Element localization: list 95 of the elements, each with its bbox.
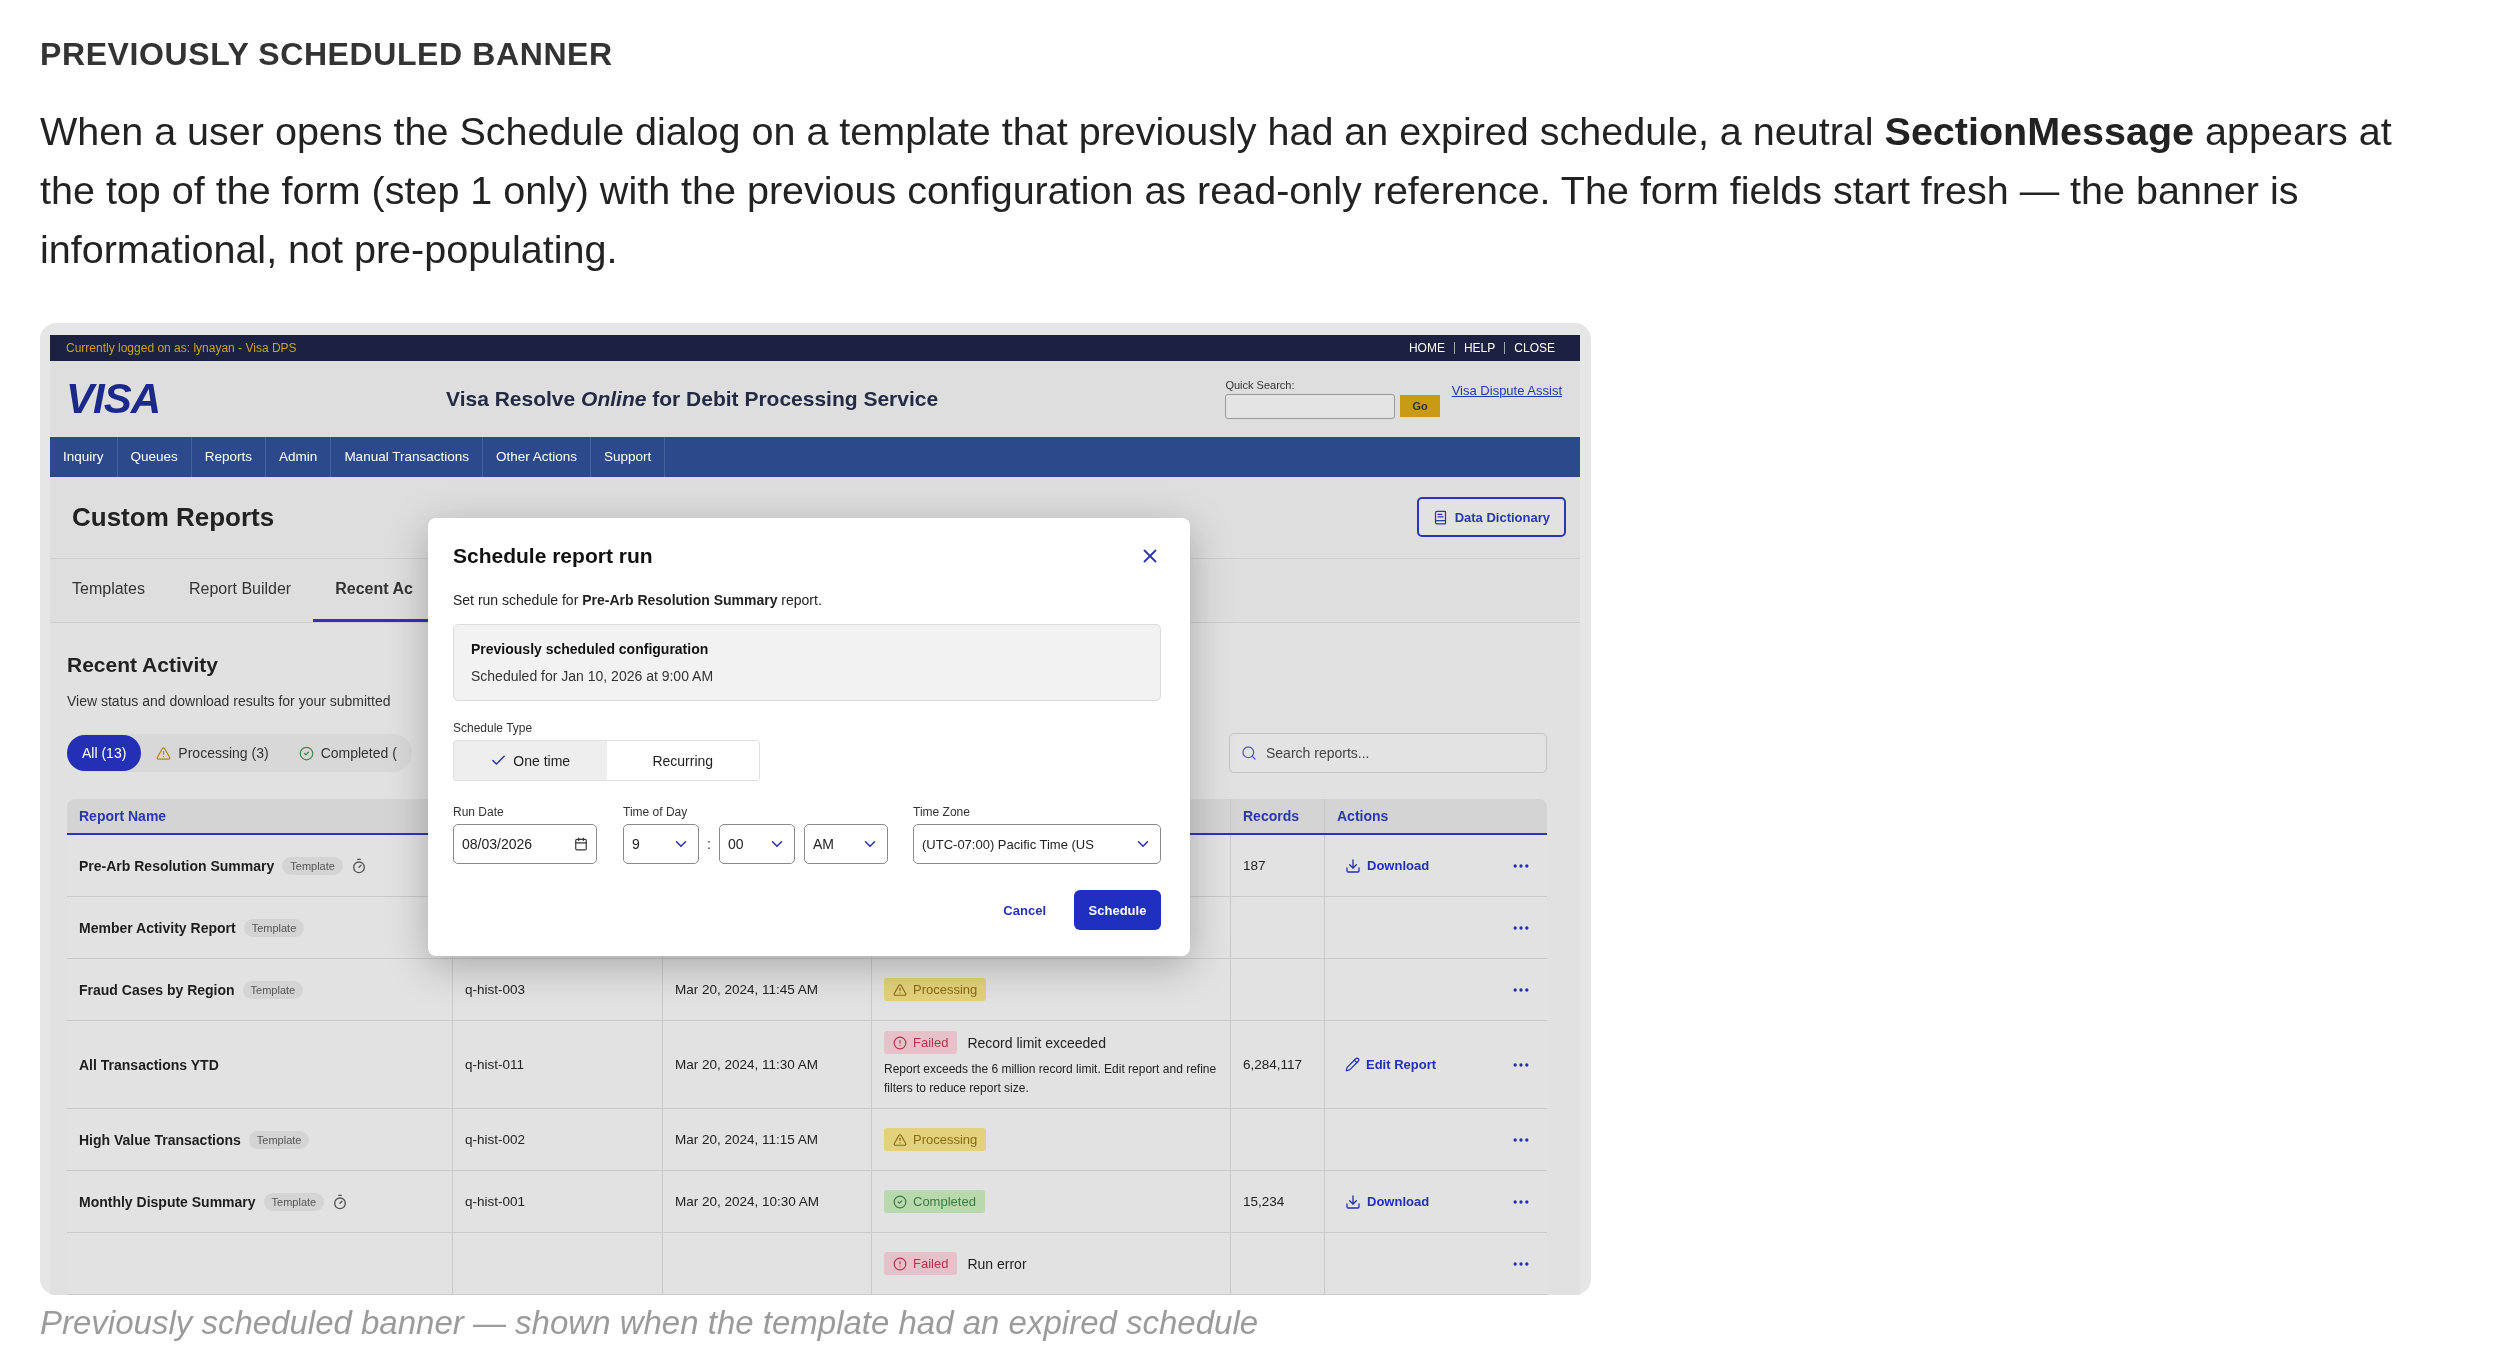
query-id: q-hist-002 [465, 1132, 526, 1147]
report-name: High Value Transactions [79, 1131, 241, 1148]
book-icon [1432, 509, 1448, 525]
top-link[interactable]: CLOSE [1504, 341, 1564, 354]
download-link[interactable]: Download [1345, 1193, 1430, 1210]
warning-icon [156, 745, 172, 761]
site-title: Visa Resolve Online for Debit Processing Service [446, 386, 940, 411]
nav-item[interactable]: Manual Transactions [331, 437, 483, 477]
pencil-icon [1345, 1057, 1360, 1072]
warning-icon [893, 1132, 907, 1147]
period-select[interactable]: AM [804, 824, 888, 864]
message-text: Scheduled for Jan 10, 2026 at 9:00 AM [471, 668, 714, 684]
alert-circle-icon [893, 1035, 907, 1050]
download-icon [1345, 1193, 1361, 1210]
query-id: q-hist-003 [465, 982, 526, 997]
download-link[interactable]: Download [1345, 857, 1430, 874]
query-id: q-hist-011 [465, 1057, 525, 1072]
nav-item[interactable]: Reports [191, 437, 267, 477]
filter-pill[interactable]: All (13) [67, 735, 142, 771]
record-count: 6,284,117 [1243, 1057, 1303, 1072]
submitted-time: Mar 20, 2024, 11:15 AM [675, 1132, 819, 1147]
nav-item[interactable]: Queues [117, 437, 192, 477]
warning-icon [893, 982, 907, 997]
query-id: q-hist-001 [465, 1194, 526, 1209]
field-label: Time Zone [913, 805, 970, 819]
record-count: 187 [1243, 858, 1266, 873]
template-tag: Template [248, 1130, 310, 1149]
cancel-button[interactable]: Cancel [997, 901, 1052, 919]
report-name: All Transactions YTD [79, 1056, 219, 1073]
section-heading: PREVIOUSLY SCHEDULED BANNER [40, 35, 614, 74]
minute-select[interactable]: 00 [719, 824, 795, 864]
top-link[interactable]: HELP [1453, 341, 1505, 354]
download-icon [1345, 857, 1361, 874]
check-circle-icon [298, 745, 314, 761]
run-date-field[interactable]: 08/03/2026 [453, 824, 597, 864]
logo: VISA [66, 374, 162, 423]
go-button[interactable]: Go [1400, 395, 1440, 418]
data-dictionary-button[interactable]: Data Dictionary [1416, 497, 1566, 538]
dispute-assist-link[interactable]: Visa Dispute Assist [1451, 382, 1562, 398]
edit-report-link[interactable]: Edit Report [1345, 1057, 1437, 1072]
report-name: Fraud Cases by Region [79, 981, 235, 998]
time-separator: : [706, 835, 712, 854]
status-badge: Failed [884, 1031, 958, 1054]
record-count: 15,234 [1243, 1194, 1285, 1209]
submitted-time: Mar 20, 2024, 10:30 AM [675, 1194, 820, 1209]
message-title: Previously scheduled configuration [471, 641, 709, 657]
page-title: Custom Reports [72, 501, 275, 533]
field-label: Schedule Type [453, 721, 533, 735]
check-circle-icon [893, 1194, 907, 1209]
submitted-time: Mar 20, 2024, 11:45 AM [675, 982, 819, 997]
schedule-type-option[interactable]: One time [454, 741, 607, 780]
column-header: Records [1231, 799, 1325, 833]
alert-circle-icon [893, 1256, 907, 1271]
report-name: Monthly Dispute Summary [79, 1193, 256, 1210]
tab[interactable]: Report Builder [166, 559, 314, 622]
quick-search-label: Quick Search: [1225, 378, 1296, 391]
nav-item[interactable]: Inquiry [50, 437, 118, 477]
field-label: Time of Day [623, 805, 688, 819]
status-badge: Completed [884, 1190, 985, 1213]
status-badge: Processing [884, 978, 987, 1001]
dialog-title: Schedule report run [453, 544, 653, 568]
status-note: Record limit exceeded [967, 1034, 1106, 1051]
section-subtitle: View status and download results for your submitted [67, 693, 391, 709]
field-label: Run Date [453, 805, 504, 819]
section-title: Recent Activity [67, 652, 218, 678]
template-tag: Template [243, 918, 305, 937]
report-name: Pre-Arb Resolution Summary [79, 857, 275, 874]
search-field[interactable]: Search reports... [1229, 733, 1547, 773]
nav-item[interactable]: Support [591, 437, 666, 477]
quick-search-field[interactable] [1225, 393, 1396, 419]
template-tag: Template [282, 856, 343, 875]
filter-pill[interactable]: Completed ( [283, 735, 412, 771]
template-tag: Template [242, 980, 304, 999]
status-detail: Report exceeds the 6 million record limit. Edit report and refine filters to reduce report size. [884, 1061, 1218, 1097]
report-name: Member Activity Report [79, 919, 236, 936]
schedule-button[interactable]: Schedule [1074, 890, 1161, 930]
nav-item[interactable]: Other Actions [482, 437, 591, 477]
hour-select[interactable]: 9 [623, 824, 699, 864]
calendar-icon [574, 837, 588, 851]
description-paragraph: When a user opens the Schedule dialog on a template that previously had an expired schedule, a neutral SectionMessage appears at the top of the form (step 1 only) with the previous configuration as read-only reference. The form fields start fresh — the banner is informational, not pre-populating. [40, 108, 2393, 273]
template-tag: Template [263, 1192, 325, 1211]
dialog-subtitle: Set run schedule for Pre-Arb Resolution Summary report. [453, 592, 823, 608]
filter-pill[interactable]: Processing (3) [141, 735, 284, 771]
top-link[interactable]: HOME [1399, 341, 1454, 354]
time-zone-select[interactable]: (UTC-07:00) Pacific Time (US [913, 824, 1161, 864]
submitted-time: Mar 20, 2024, 11:30 AM [675, 1057, 819, 1072]
status-badge: Failed [884, 1252, 958, 1275]
status-note: Run error [967, 1255, 1027, 1272]
login-info: Currently logged on as: lynayan - Visa DPS [66, 340, 297, 355]
nav-item[interactable]: Admin [266, 437, 332, 477]
status-badge: Processing [884, 1128, 987, 1151]
column-header: Actions [1336, 807, 1390, 826]
search-icon [1241, 745, 1257, 761]
figure-caption: Previously scheduled banner — shown when the template had an expired schedule [40, 1303, 1260, 1343]
tab[interactable]: Templates [50, 559, 167, 622]
